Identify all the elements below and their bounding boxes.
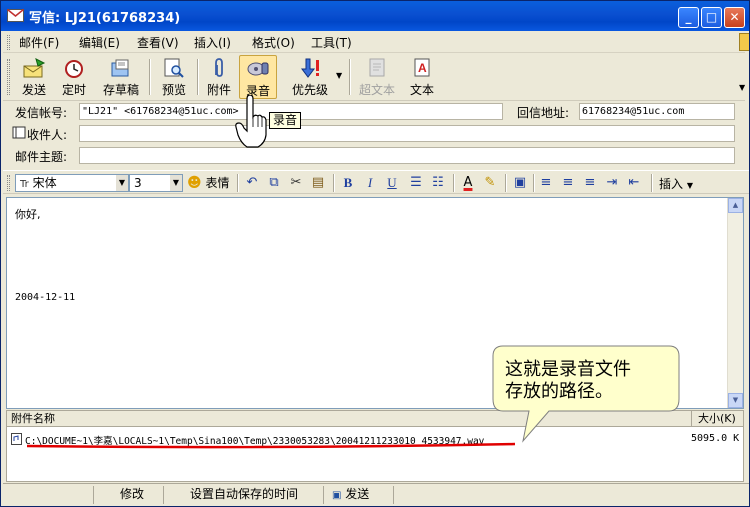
callout-line-1: 这就是录音文件: [505, 359, 631, 380]
callout-text: 这就是录音文件 存放的路径。: [505, 359, 675, 403]
callout-line-2: 存放的路径。: [505, 381, 613, 402]
hand-cursor-icon: [235, 95, 267, 148]
record-tooltip: 录音: [269, 112, 302, 129]
compose-window: 写信: LJ21(61768234) _ □ ✕ 邮件(F) 编辑(E) 查看(…: [0, 0, 750, 507]
annotation-callout: [492, 345, 680, 443]
